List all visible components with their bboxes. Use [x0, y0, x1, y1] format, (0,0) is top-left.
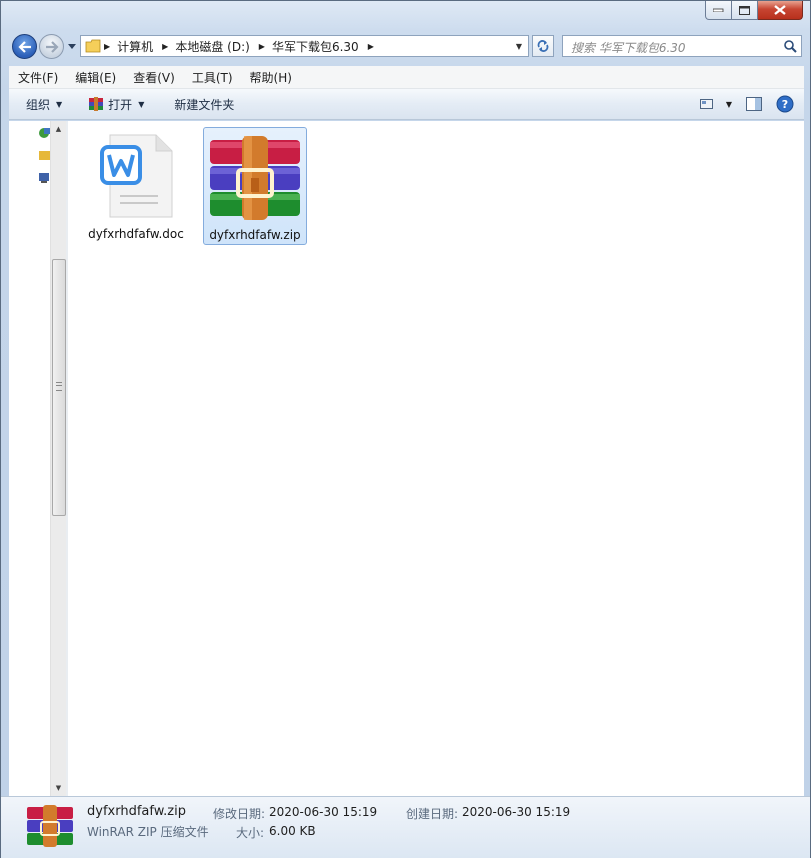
forward-arrow-icon: [45, 40, 59, 53]
title-bar: [1, 1, 810, 29]
scroll-down-icon[interactable]: ▼: [51, 780, 66, 796]
created-date-label: 创建日期:: [406, 807, 459, 821]
menu-bar: 文件(F) 编辑(E) 查看(V) 工具(T) 帮助(H): [9, 66, 804, 89]
menu-file[interactable]: 文件(F): [9, 69, 66, 86]
scrollbar-thumb[interactable]: [52, 259, 66, 516]
scroll-up-icon[interactable]: ▲: [51, 121, 66, 137]
breadcrumb-separator-icon[interactable]: ▶: [256, 42, 268, 51]
address-folder-segment: ▶: [81, 36, 113, 56]
details-file-type: WinRAR ZIP 压缩文件: [87, 825, 209, 839]
modified-date-value: 2020-06-30 15:19: [269, 805, 378, 819]
svg-text:?: ?: [782, 98, 788, 111]
address-bar[interactable]: ▶ 计算机 ▶ 本地磁盘 (D:) ▶ 华军下载包6.30 ▶ ▼: [80, 35, 529, 57]
minimize-icon: [713, 8, 724, 12]
breadcrumb-local-disk-d[interactable]: 本地磁盘 (D:): [171, 38, 255, 55]
breadcrumb-current-folder[interactable]: 华军下载包6.30: [268, 38, 365, 55]
explorer-window: ▶ 计算机 ▶ 本地磁盘 (D:) ▶ 华军下载包6.30 ▶ ▼ 搜索 华军下…: [0, 0, 811, 858]
organize-label: 组织: [26, 97, 51, 112]
chevron-down-icon: ▼: [138, 99, 145, 109]
details-pane: dyfxrhdfafw.zip WinRAR ZIP 压缩文件 修改日期: 20…: [1, 796, 810, 858]
computer-icon[interactable]: [38, 172, 50, 184]
search-icon[interactable]: [783, 39, 797, 53]
command-bar: 组织 ▼ 打开 ▼ 新建文件夹 ▼ ?: [9, 89, 804, 120]
breadcrumb-computer[interactable]: 计算机: [113, 38, 159, 55]
menu-view[interactable]: 查看(V): [124, 69, 183, 86]
created-date-value: 2020-06-30 15:19: [462, 805, 571, 819]
minimize-button[interactable]: [705, 1, 732, 20]
file-name-zip: dyfxrhdfafw.zip: [209, 228, 301, 242]
organize-button[interactable]: 组织 ▼: [9, 89, 72, 119]
breadcrumb-separator-icon[interactable]: ▶: [159, 42, 171, 51]
search-placeholder: 搜索 华军下载包6.30: [571, 41, 686, 55]
chevron-down-icon: ▼: [56, 99, 63, 109]
back-arrow-icon: [17, 40, 31, 53]
file-item-zip[interactable]: dyfxrhdfafw.zip: [203, 127, 307, 245]
file-item-doc[interactable]: dyfxrhdfafw.doc: [84, 127, 188, 245]
pane-splitter[interactable]: [66, 121, 68, 796]
refresh-button[interactable]: [532, 35, 554, 57]
change-view-button[interactable]: ▼: [699, 98, 732, 110]
maximize-icon: [739, 5, 750, 15]
menu-edit[interactable]: 编辑(E): [66, 69, 124, 86]
preview-pane-icon[interactable]: [746, 97, 762, 111]
size-value: 6.00 KB: [269, 824, 316, 838]
folder-icon[interactable]: [38, 149, 50, 161]
back-button[interactable]: [12, 34, 37, 59]
breadcrumb-separator-icon[interactable]: ▶: [365, 42, 377, 51]
modified-date-label: 修改日期:: [213, 807, 266, 821]
breadcrumb-separator-icon[interactable]: ▶: [101, 42, 113, 51]
menu-help[interactable]: 帮助(H): [241, 69, 300, 86]
maximize-button[interactable]: [732, 1, 758, 20]
network-icon[interactable]: [38, 127, 50, 139]
chevron-down-icon: ▼: [725, 99, 732, 109]
winrar-archive-icon: [27, 805, 73, 847]
word-document-icon: [100, 134, 173, 218]
close-icon: [774, 5, 786, 15]
details-file-name: dyfxrhdfafw.zip: [87, 804, 186, 819]
caption-buttons: [705, 1, 803, 20]
menu-tools[interactable]: 工具(T): [183, 69, 241, 86]
open-button[interactable]: 打开 ▼: [72, 89, 154, 119]
navigation-pane[interactable]: ▲ ▼: [9, 121, 66, 796]
address-history-dropdown[interactable]: ▼: [510, 36, 528, 56]
file-name-doc: dyfxrhdfafw.doc: [88, 227, 184, 241]
help-icon[interactable]: ?: [776, 95, 794, 113]
close-button[interactable]: [758, 1, 803, 20]
search-box[interactable]: 搜索 华军下载包6.30: [562, 35, 802, 57]
navigation-bar: ▶ 计算机 ▶ 本地磁盘 (D:) ▶ 华军下载包6.30 ▶ ▼ 搜索 华军下…: [1, 31, 810, 63]
navigation-scrollbar[interactable]: ▲ ▼: [50, 121, 66, 796]
open-label: 打开: [108, 97, 133, 112]
recent-pages-dropdown-icon[interactable]: [67, 41, 77, 51]
folder-icon: [85, 39, 101, 53]
winrar-archive-icon: [210, 136, 300, 220]
refresh-icon: [537, 40, 549, 52]
size-label: 大小:: [236, 826, 265, 840]
new-folder-button[interactable]: 新建文件夹: [154, 89, 244, 119]
view-options-icon: [699, 99, 713, 109]
forward-button[interactable]: [39, 34, 64, 59]
new-folder-label: 新建文件夹: [174, 97, 235, 112]
content-area: ▲ ▼ dyfxrhdfafw.doc dyfxrhdfafw.zip: [9, 121, 804, 796]
winrar-small-icon: [89, 97, 104, 111]
